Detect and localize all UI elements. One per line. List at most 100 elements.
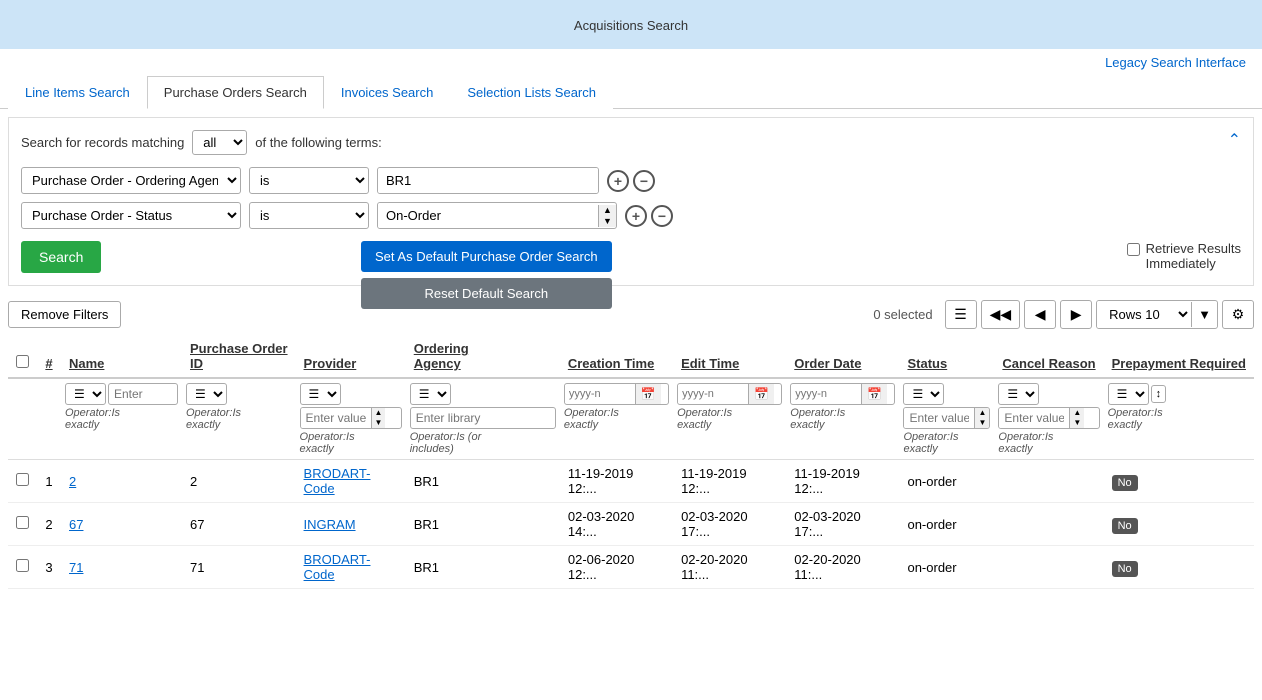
filter-provider-up[interactable]: ▲ — [372, 408, 386, 418]
filter-edit-cal-btn[interactable]: 📅 — [748, 384, 774, 404]
value-input-1[interactable] — [378, 168, 598, 193]
th-ordering-agency-link[interactable]: OrderingAgency — [414, 341, 469, 371]
match-select[interactable]: all any — [192, 130, 247, 155]
filter-creation-input[interactable] — [565, 385, 635, 403]
set-default-btn[interactable]: Set As Default Purchase Order Search — [361, 241, 612, 272]
th-cancel-reason-link[interactable]: Cancel Reason — [1002, 356, 1095, 371]
selected-label: 0 selected — [873, 307, 932, 322]
row-3-check — [8, 546, 37, 589]
tab-selection-lists[interactable]: Selection Lists Search — [450, 76, 613, 109]
filter-status-input[interactable] — [904, 408, 974, 428]
tab-line-items[interactable]: Line Items Search — [8, 76, 147, 109]
filter-status-op-select[interactable]: ☰ — [903, 383, 944, 405]
row-2-provider-link[interactable]: INGRAM — [304, 517, 356, 532]
rows-dropdown-btn[interactable]: ▼ — [1191, 302, 1217, 327]
row-3-name-link[interactable]: 71 — [69, 560, 83, 575]
filter-order-input[interactable] — [791, 385, 861, 403]
remove-filters-btn[interactable]: Remove Filters — [8, 301, 121, 328]
of-following-label: of the following terms: — [255, 135, 381, 150]
row-3-edit: 02-20-2020 11:... — [673, 546, 786, 589]
value-input-2[interactable] — [378, 203, 598, 228]
add-row-1-btn[interactable]: + — [607, 170, 629, 192]
collapse-icon[interactable]: ⌃ — [1228, 130, 1241, 150]
field-select-2[interactable]: Purchase Order - Status — [21, 202, 241, 229]
filter-status-up[interactable]: ▲ — [975, 408, 989, 418]
row-3-agency: BR1 — [406, 546, 560, 589]
row-2-po-id: 67 — [182, 503, 296, 546]
filter-agency-op-select[interactable]: ☰ — [410, 383, 451, 405]
filter-cancel-down[interactable]: ▼ — [1070, 418, 1084, 428]
settings-btn[interactable]: ⚙ — [1222, 300, 1254, 329]
sort-icon-btn[interactable]: ☰ — [945, 300, 977, 329]
th-edit-time-link[interactable]: Edit Time — [681, 356, 739, 371]
row-3-provider-link[interactable]: BRODART-Code — [304, 552, 371, 582]
th-edit-time: Edit Time — [673, 335, 786, 378]
th-order-date-link[interactable]: Order Date — [794, 356, 861, 371]
row-1-provider-link[interactable]: BRODART-Code — [304, 466, 371, 496]
next-page-btn[interactable]: ▶ — [1060, 300, 1092, 329]
th-po-id-link[interactable]: Purchase OrderID — [190, 341, 288, 371]
table-body: 1 2 2 BRODART-Code BR1 11-19-2019 12:...… — [8, 460, 1254, 589]
filter-name-input[interactable] — [108, 383, 178, 405]
filter-prepayment-sort-btn[interactable]: ↕ — [1151, 385, 1167, 403]
add-row-2-btn[interactable]: + — [625, 205, 647, 227]
operator-select-2[interactable]: is is not — [249, 202, 369, 229]
row-2-name-link[interactable]: 67 — [69, 517, 83, 532]
filter-provider-down[interactable]: ▼ — [372, 418, 386, 428]
row-3-prepayment: No — [1104, 546, 1254, 589]
first-page-btn[interactable]: ◀◀ — [981, 300, 1021, 329]
rows-select[interactable]: Rows 10 Rows 20 Rows 50 Rows 100 — [1097, 301, 1191, 328]
row-1-checkbox[interactable] — [16, 473, 29, 486]
spinner-down-2[interactable]: ▼ — [599, 216, 616, 227]
filter-provider-op-select[interactable]: ☰ — [300, 383, 341, 405]
field-select-1[interactable]: Purchase Order - Ordering Agency — [21, 167, 241, 194]
row-1-provider: BRODART-Code — [296, 460, 406, 503]
filter-edit-input[interactable] — [678, 385, 748, 403]
filter-cancel-up[interactable]: ▲ — [1070, 408, 1084, 418]
filter-order-op-label: Operator:Isexactly — [790, 407, 895, 431]
row-3-checkbox[interactable] — [16, 559, 29, 572]
filter-name-op-label: Operator:Isexactly — [65, 407, 178, 431]
row-2-cancel — [994, 503, 1103, 546]
row-1-check — [8, 460, 37, 503]
filter-order-cal-btn[interactable]: 📅 — [861, 384, 887, 404]
th-creation-time-link[interactable]: Creation Time — [568, 356, 654, 371]
th-prepayment-link[interactable]: Prepayment Required — [1112, 356, 1246, 371]
th-num-link[interactable]: # — [45, 356, 52, 371]
filter-provider-input[interactable] — [301, 408, 371, 428]
filter-status-down[interactable]: ▼ — [975, 418, 989, 428]
filter-po-id: ☰ Operator:Isexactly — [182, 378, 296, 460]
th-check — [8, 335, 37, 378]
operator-select-1[interactable]: is is not contains — [249, 167, 369, 194]
reset-default-btn[interactable]: Reset Default Search — [361, 278, 612, 309]
spinner-up-2[interactable]: ▲ — [599, 205, 616, 216]
select-all-checkbox[interactable] — [16, 355, 29, 368]
tab-purchase-orders[interactable]: Purchase Orders Search — [147, 76, 324, 109]
filter-cancel-input[interactable] — [999, 408, 1069, 428]
filter-provider-wrap: ▲ ▼ — [300, 407, 402, 429]
legacy-search-link[interactable]: Legacy Search Interface — [1105, 55, 1246, 70]
filter-agency-input[interactable] — [410, 407, 556, 429]
th-prepayment: Prepayment Required — [1104, 335, 1254, 378]
table-row: 1 2 2 BRODART-Code BR1 11-19-2019 12:...… — [8, 460, 1254, 503]
tab-invoices[interactable]: Invoices Search — [324, 76, 451, 109]
th-provider-link[interactable]: Provider — [304, 356, 357, 371]
value-input-wrap-2: ▲ ▼ — [377, 202, 617, 229]
retrieve-checkbox[interactable] — [1127, 243, 1140, 256]
th-name: Name — [61, 335, 182, 378]
row-2-checkbox[interactable] — [16, 516, 29, 529]
search-button[interactable]: Search — [21, 241, 101, 273]
remove-row-2-btn[interactable]: − — [651, 205, 673, 227]
filter-cancel-op-select[interactable]: ☰ — [998, 383, 1039, 405]
filter-prepayment-op-select[interactable]: ☰ — [1108, 383, 1149, 405]
filter-name-op-select[interactable]: ☰ — [65, 383, 106, 405]
filter-po-op-select[interactable]: ☰ — [186, 383, 227, 405]
filter-creation-wrap: 📅 — [564, 383, 669, 405]
row-1-name-link[interactable]: 2 — [69, 474, 76, 489]
th-name-link[interactable]: Name — [69, 356, 104, 371]
th-status-link[interactable]: Status — [907, 356, 947, 371]
remove-row-1-btn[interactable]: − — [633, 170, 655, 192]
filter-creation-cal-btn[interactable]: 📅 — [635, 384, 661, 404]
prev-page-btn[interactable]: ◀ — [1024, 300, 1056, 329]
filter-name: ☰ Operator:Isexactly — [61, 378, 182, 460]
